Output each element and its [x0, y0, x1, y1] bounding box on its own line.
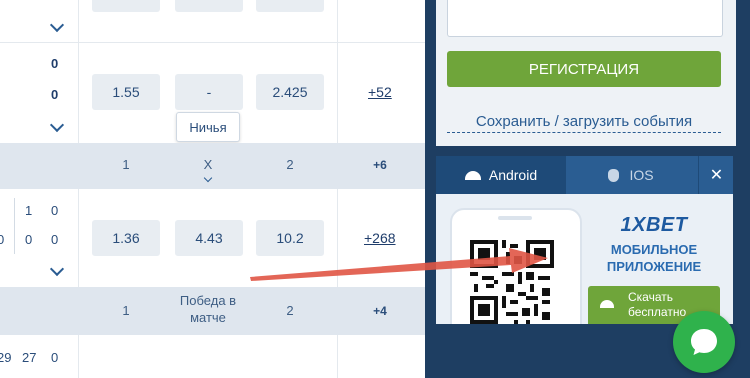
- chat-icon: [691, 329, 717, 355]
- arrow-annotation: [250, 248, 548, 281]
- chat-button[interactable]: [673, 311, 735, 373]
